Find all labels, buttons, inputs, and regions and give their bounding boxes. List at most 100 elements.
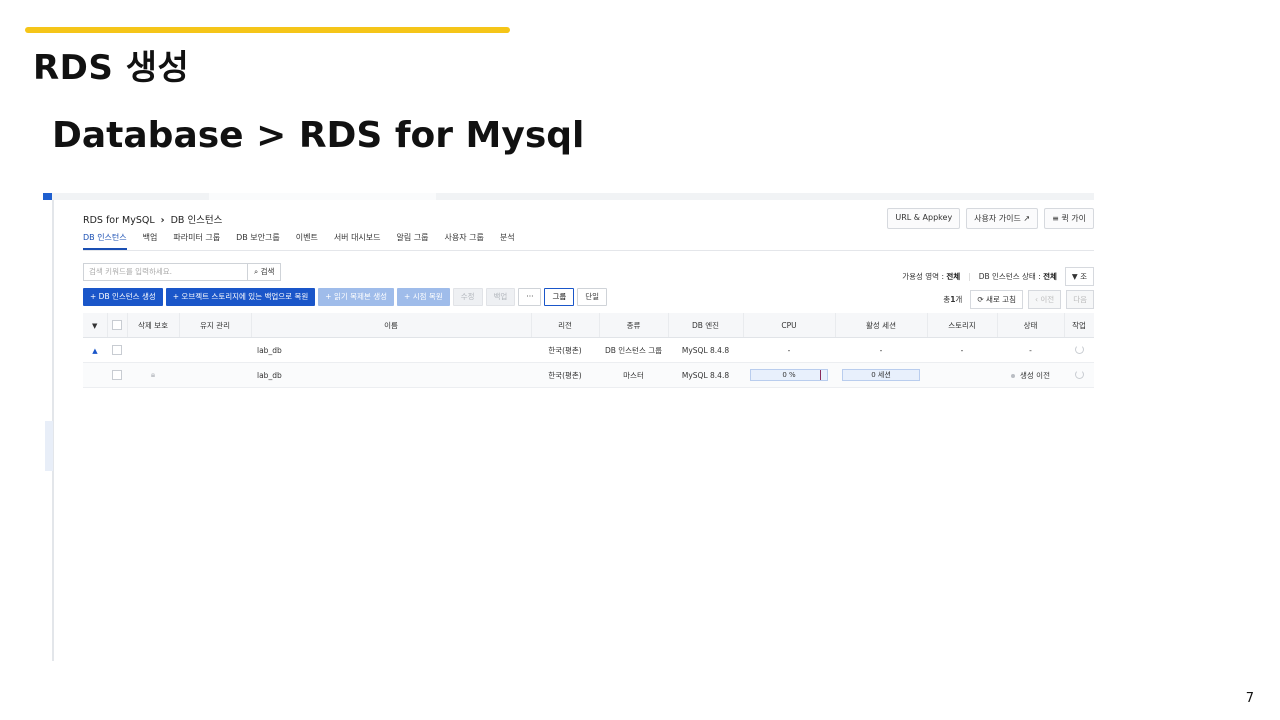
col-delete-protection[interactable]: 삭제 보호: [127, 313, 180, 338]
loading-spinner-icon: [1074, 369, 1084, 379]
sessions-value: 0 세션: [871, 371, 891, 379]
top-button-group: URL & Appkey 사용자 가이드 ↗ ≡ 퀵 가이: [887, 208, 1094, 229]
next-page-button[interactable]: 다음: [1066, 290, 1094, 309]
row-checkbox[interactable]: [112, 345, 122, 355]
col-cpu[interactable]: CPU: [743, 313, 836, 338]
caret-down-icon: ▼: [92, 321, 98, 330]
instance-indent: [83, 362, 107, 388]
lock-icon: 🔒︎: [150, 370, 156, 379]
tab-backup[interactable]: 백업: [143, 232, 158, 250]
prev-page-button[interactable]: ‹ 이전: [1027, 290, 1062, 309]
group-storage: -: [927, 337, 997, 363]
col-db-engine[interactable]: DB 엔진: [668, 313, 744, 338]
col-type[interactable]: 종류: [599, 313, 669, 338]
quick-guide-button[interactable]: ≡ 퀵 가이: [1044, 208, 1094, 229]
status-filter[interactable]: DB 인스턴스 상태 : 전체: [979, 271, 1057, 282]
tab-db-instance[interactable]: DB 인스턴스: [83, 232, 127, 250]
instance-storage: [927, 362, 997, 388]
console-top-tab: [209, 193, 436, 200]
filter-button-label: 조: [1080, 272, 1087, 281]
more-actions-button[interactable]: ···: [518, 288, 542, 306]
group-sessions: -: [835, 337, 927, 363]
table-row-group[interactable]: ▲ lab_db 한국(평촌) DB 인스턴스 그룹 MySQL 8.4.8 -…: [83, 337, 1094, 363]
external-link-icon: ↗: [1023, 214, 1031, 223]
group-cpu: -: [743, 337, 835, 363]
chevron-left-icon: ‹: [1034, 295, 1038, 304]
cpu-value: 0 %: [782, 371, 796, 379]
menu-icon: ≡: [1052, 214, 1059, 223]
instance-select-cell: [107, 362, 127, 388]
refresh-label: 새로 고침: [986, 295, 1016, 304]
console-screenshot: RDS for MySQL › DB 인스턴스 URL & Appkey 사용자 가…: [43, 193, 1094, 661]
col-active-sessions[interactable]: 활성 세션: [835, 313, 928, 338]
tab-divider: [83, 250, 1094, 251]
instance-region: 한국(평촌): [531, 362, 599, 388]
search-input[interactable]: 검색 키워드를 입력하세요.: [83, 263, 255, 281]
col-maintenance[interactable]: 유지 관리: [179, 313, 252, 338]
group-engine: MySQL 8.4.8: [668, 337, 743, 363]
quick-guide-label: 퀵 가이: [1061, 214, 1086, 223]
create-read-replica-button[interactable]: + 읽기 복제본 생성: [318, 288, 395, 306]
user-guide-button[interactable]: 사용자 가이드 ↗: [966, 208, 1039, 229]
sessions-meter: 0 세션: [842, 369, 920, 381]
group-select-cell: [107, 337, 127, 363]
availability-filter[interactable]: 가용성 영역 : 전체: [902, 271, 960, 282]
search-button-label: 검색: [260, 267, 275, 276]
title-accent-bar: [25, 27, 510, 33]
expand-all-toggle[interactable]: ▼: [83, 313, 108, 338]
col-name[interactable]: 이름: [251, 313, 532, 338]
create-instance-button[interactable]: + DB 인스턴스 생성: [83, 288, 163, 306]
instance-cpu-cell: 0 %: [743, 362, 835, 388]
prev-page-label: 이전: [1040, 295, 1055, 304]
action-toolbar: + DB 인스턴스 생성 + 오브젝트 스토리지에 있는 백업으로 복원 + 읽…: [83, 288, 608, 306]
search-button[interactable]: ⌕ 검색: [247, 263, 282, 281]
refresh-icon: ⟳: [977, 295, 984, 304]
status-filter-label: DB 인스턴스 상태 :: [978, 272, 1041, 281]
instance-delete-protection: 🔒︎: [127, 362, 179, 388]
filter-icon: ▼: [1071, 272, 1078, 281]
edit-button[interactable]: 수정: [452, 288, 483, 306]
instance-maintenance: [179, 362, 251, 388]
tab-events[interactable]: 이벤트: [296, 232, 318, 250]
instance-type: 마스터: [599, 362, 668, 388]
refresh-button[interactable]: ⟳ 새로 고침: [970, 290, 1023, 309]
col-storage[interactable]: 스토리지: [927, 313, 998, 338]
tab-notification-group[interactable]: 알림 그룹: [397, 232, 429, 250]
tab-security-group[interactable]: DB 보안그룹: [236, 232, 280, 250]
col-region[interactable]: 리전: [531, 313, 600, 338]
status-dot-icon: [1011, 373, 1015, 378]
point-in-time-restore-button[interactable]: + 시점 복원: [397, 288, 450, 306]
row-checkbox[interactable]: [112, 370, 122, 380]
select-all-checkbox[interactable]: [112, 320, 122, 330]
cpu-threshold-marker: [820, 370, 821, 380]
status-filter-value: 전체: [1043, 272, 1057, 281]
instance-status-label: 생성 이전: [1020, 370, 1050, 380]
slide-subtitle: Database > RDS for Mysql: [52, 115, 585, 156]
total-count: 총1개: [943, 294, 962, 305]
group-delete-protection: [127, 337, 179, 363]
backup-button[interactable]: 백업: [485, 288, 516, 306]
instance-engine: MySQL 8.4.8: [668, 362, 743, 388]
total-suffix: 개: [955, 295, 963, 304]
breadcrumb-service[interactable]: RDS for MySQL: [83, 215, 155, 226]
tab-parameter-group[interactable]: 파라미터 그룹: [173, 232, 220, 250]
instance-name[interactable]: lab_db: [251, 362, 531, 388]
group-name[interactable]: lab_db: [251, 337, 531, 363]
col-status[interactable]: 상태: [997, 313, 1065, 338]
group-collapse-toggle[interactable]: ▲: [83, 337, 107, 363]
table-row-instance[interactable]: 🔒︎ lab_db 한국(평촌) 마스터 MySQL 8.4.8 0 % 0 세…: [83, 362, 1094, 388]
group-view-toggle[interactable]: 그룹: [544, 288, 575, 306]
select-all-cell: [107, 313, 128, 338]
tab-server-dashboard[interactable]: 서버 대시보드: [334, 232, 381, 250]
col-task[interactable]: 작업: [1064, 313, 1094, 338]
filter-button[interactable]: ▼ 조: [1064, 267, 1094, 286]
group-task: [1064, 337, 1094, 363]
restore-from-object-storage-button[interactable]: + 오브젝트 스토리지에 있는 백업으로 복원: [165, 288, 316, 306]
url-appkey-button[interactable]: URL & Appkey: [887, 208, 961, 229]
breadcrumb-page: DB 인스턴스: [170, 215, 223, 226]
tab-analysis[interactable]: 분석: [500, 232, 515, 250]
filter-separator: |: [968, 272, 971, 281]
tab-user-group[interactable]: 사용자 그룹: [445, 232, 484, 250]
single-view-toggle[interactable]: 단일: [577, 288, 608, 306]
page-number: 7: [1245, 691, 1254, 706]
